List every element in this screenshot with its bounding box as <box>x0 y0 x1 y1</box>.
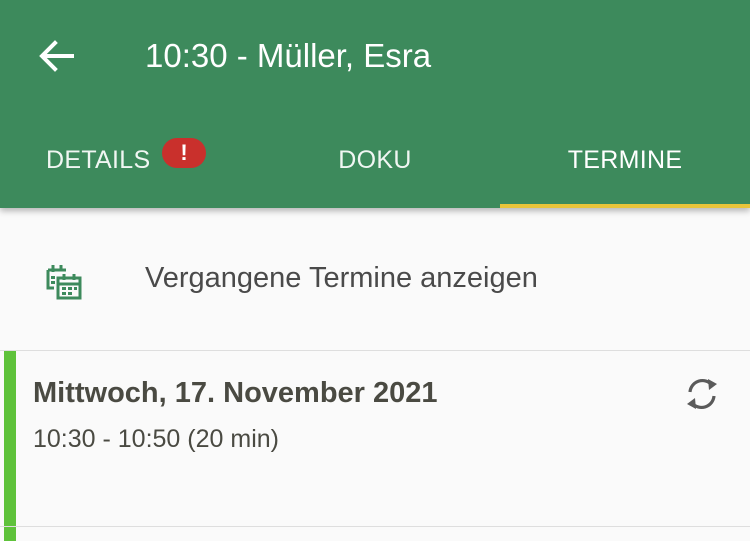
calendar-history-icon <box>46 265 82 300</box>
tab-details-wrap: DETAILS <box>46 112 150 208</box>
tab-doku-label: DOKU <box>338 145 412 174</box>
appointment-item[interactable]: Mittwoch, 17. November 2021 10:30 - 10:5… <box>0 351 750 527</box>
appointment-time: 10:30 - 10:50 (20 min) <box>33 425 279 453</box>
tab-details-label: DETAILS <box>46 145 151 174</box>
tab-doku[interactable]: DOKU <box>250 112 500 208</box>
show-past-appointments-row[interactable]: Vergangene Termine anzeigen <box>0 208 750 351</box>
show-past-appointments-label: Vergangene Termine anzeigen <box>145 262 538 294</box>
sync-icon[interactable] <box>682 374 722 414</box>
tab-termine[interactable]: TERMINE <box>500 112 750 208</box>
back-button[interactable] <box>24 28 88 84</box>
next-appointment-status-bar <box>4 527 16 541</box>
appointment-date: Mittwoch, 17. November 2021 <box>33 377 438 409</box>
app-bar: 10:30 - Müller, Esra DETAILS ! DOKU TERM… <box>0 0 750 208</box>
appointment-status-bar <box>4 351 16 526</box>
tab-details[interactable]: DETAILS ! <box>0 112 250 208</box>
warning-badge: ! <box>162 138 206 168</box>
tab-termine-label: TERMINE <box>567 145 683 174</box>
active-tab-indicator <box>500 204 750 208</box>
page-title: 10:30 - Müller, Esra <box>145 37 432 74</box>
tab-bar: DETAILS ! DOKU TERMINE <box>0 112 750 208</box>
app-screen: 10:30 - Müller, Esra DETAILS ! DOKU TERM… <box>0 0 750 541</box>
arrow-left-icon <box>39 40 74 72</box>
